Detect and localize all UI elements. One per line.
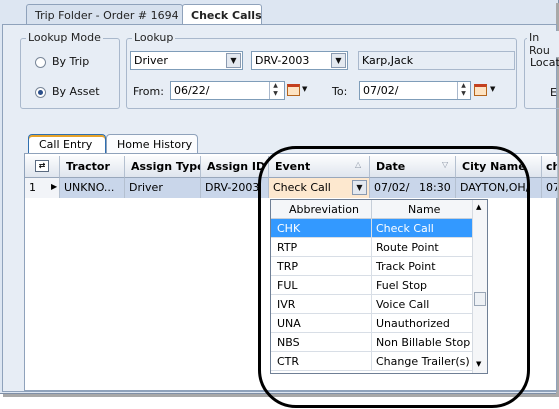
lookup-mode-group (20, 38, 120, 109)
by-trip-label[interactable]: By Trip (52, 55, 89, 68)
lookup-mode-title: Lookup Mode (26, 31, 103, 44)
from-date-value: 06/22/ (174, 84, 210, 97)
row-number: 1 (29, 181, 36, 194)
lookup-name-field: Karp,Jack (358, 51, 515, 70)
column-tractor[interactable]: Tractor (60, 156, 125, 178)
tab-call-entry[interactable]: Call Entry (28, 134, 106, 154)
by-trip-radio[interactable] (35, 57, 46, 68)
calendar-icon[interactable] (287, 84, 300, 96)
lookup-type-value: Driver (134, 54, 168, 67)
to-date-value: 07/02/ (363, 84, 399, 97)
from-date-spinner[interactable]: ▲ ▼ (269, 82, 281, 99)
chevron-down-icon[interactable]: ▼ (302, 85, 307, 93)
by-asset-label[interactable]: By Asset (52, 85, 100, 98)
column-settings-icon[interactable]: ⇄ (35, 160, 49, 172)
lookup-id-value: DRV-2003 (255, 54, 310, 67)
chevron-down-icon[interactable]: ▼ (331, 53, 346, 68)
column-ch[interactable]: ch (542, 156, 558, 178)
from-label: From: (133, 85, 164, 98)
column-chooser[interactable]: ⇄ (25, 156, 60, 178)
cell-extra[interactable]: 07/ (542, 178, 558, 198)
to-date-field[interactable]: 07/02/ (359, 81, 471, 100)
lookup-title: Lookup (132, 31, 176, 44)
tab-check-calls[interactable]: Check Calls (182, 4, 262, 26)
chevron-down-icon[interactable]: ▼ (490, 85, 495, 93)
row-pointer-icon: ▶ (51, 182, 58, 191)
to-date-spinner[interactable]: ▲ ▼ (457, 82, 469, 99)
location-label: Locati (530, 56, 559, 69)
cell-assign-type[interactable]: Driver (125, 178, 201, 198)
tab-trip-folder[interactable]: Trip Folder - Order # 1694 (26, 4, 183, 25)
by-asset-radio[interactable] (35, 87, 46, 98)
e-label: E (550, 86, 557, 99)
calendar-icon[interactable] (474, 84, 487, 96)
column-assign-type[interactable]: Assign Type (125, 156, 201, 178)
in-route-title: In Rou (527, 31, 559, 57)
cell-tractor[interactable]: UNKNO... (60, 178, 125, 198)
tab-home-history[interactable]: Home History (106, 134, 198, 154)
from-date-field[interactable]: 06/22/ (170, 81, 285, 100)
row-indicator[interactable]: 1 ▶ (25, 178, 60, 198)
lookup-name-value: Karp,Jack (362, 54, 414, 67)
to-label: To: (332, 85, 348, 98)
chevron-down-icon[interactable]: ▼ (226, 53, 241, 68)
annotation-circle (258, 146, 530, 408)
